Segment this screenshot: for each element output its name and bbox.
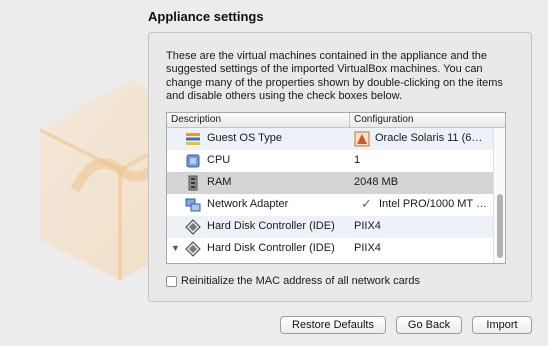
reinit-mac-checkbox[interactable] <box>166 276 177 287</box>
expand-triangle-icon[interactable]: ▼ <box>171 243 180 253</box>
table-row[interactable]: CPU 1 <box>167 150 494 172</box>
disk-controller-icon <box>185 241 201 257</box>
table-row[interactable]: Guest OS Type Oracle Solaris 11 (6… <box>167 128 494 150</box>
solaris-icon <box>354 131 370 147</box>
column-header-configuration[interactable]: Configuration <box>354 114 413 125</box>
intro-text: These are the virtual machines contained… <box>166 50 503 103</box>
scrollbar-thumb[interactable] <box>497 194 503 258</box>
row-enable-checkmark[interactable]: ✓ <box>361 196 372 212</box>
restore-defaults-button[interactable]: Restore Defaults <box>280 316 386 334</box>
network-adapter-icon <box>185 198 201 212</box>
table-scrollbar[interactable] <box>493 128 505 263</box>
table-header: Description Configuration <box>167 113 505 128</box>
go-back-button[interactable]: Go Back <box>396 316 462 334</box>
table-rows: Guest OS Type Oracle Solaris 11 (6… CPU … <box>167 128 494 263</box>
ram-icon <box>188 175 198 191</box>
disk-controller-icon <box>185 219 201 235</box>
column-divider <box>349 113 350 127</box>
page-title: Appliance settings <box>148 9 264 24</box>
column-header-description[interactable]: Description <box>171 114 221 125</box>
table-row-selected[interactable]: RAM 2048 MB <box>167 172 494 194</box>
appliance-settings-table[interactable]: Description Configuration Guest OS Type … <box>166 112 506 264</box>
reinit-mac-label[interactable]: Reinitialize the MAC address of all netw… <box>181 275 420 287</box>
table-row[interactable]: Network Adapter ✓ Intel PRO/1000 MT … <box>167 194 494 216</box>
os-type-icon <box>186 133 200 145</box>
cpu-icon <box>186 154 200 168</box>
import-button[interactable]: Import <box>472 316 532 334</box>
table-row[interactable]: Hard Disk Controller (IDE) PIIX4 <box>167 216 494 238</box>
table-row[interactable]: ▼ Hard Disk Controller (IDE) PIIX4 <box>167 238 494 260</box>
